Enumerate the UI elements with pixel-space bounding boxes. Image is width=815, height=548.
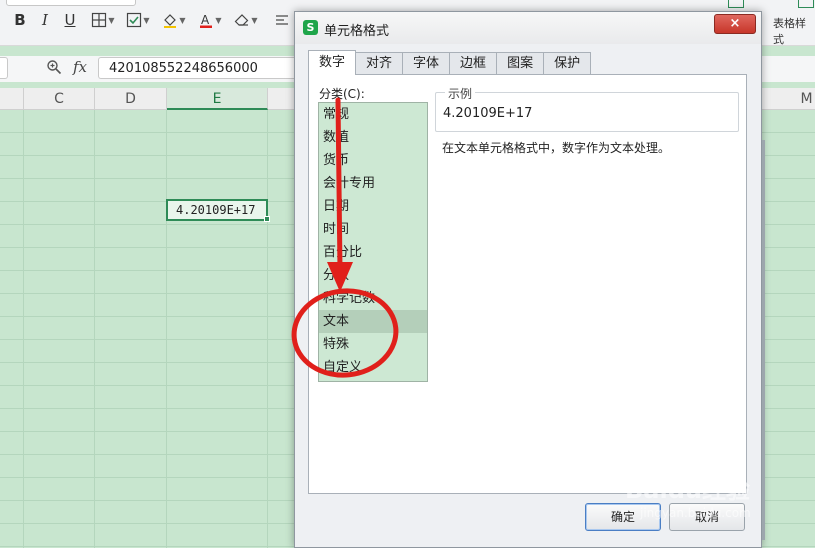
column-header-e[interactable]: E — [167, 88, 268, 110]
column-header-blank[interactable] — [0, 88, 24, 110]
tab-number[interactable]: 数字 — [308, 50, 357, 75]
sample-legend: 示例 — [445, 85, 476, 102]
close-button[interactable]: × — [714, 14, 756, 34]
table-style-icon — [798, 0, 814, 8]
format-cells-dialog: S 单元格格式 × 数字 对齐 字体 边框 图案 保护 分类(C): 常规 数值… — [294, 11, 762, 548]
fill-handle[interactable] — [264, 216, 270, 222]
category-item-date[interactable]: 日期 — [319, 195, 427, 218]
function-icon[interactable]: fx — [73, 58, 87, 76]
svg-text:A: A — [201, 13, 210, 27]
baidu-watermark-url: jingyan.baidu.com — [640, 506, 751, 520]
eraser-icon — [235, 14, 249, 26]
category-item-special[interactable]: 特殊 — [319, 333, 427, 356]
category-item-general[interactable]: 常规 — [319, 103, 427, 126]
wps-logo-icon: S — [303, 20, 318, 35]
bold-button[interactable]: B — [10, 9, 30, 31]
border-button[interactable]: ▼ — [88, 9, 118, 31]
align-button[interactable] — [272, 9, 292, 31]
name-box[interactable] — [0, 57, 8, 79]
dialog-tabs: 数字 对齐 字体 边框 图案 保护 — [308, 50, 592, 75]
align-left-icon — [276, 15, 288, 25]
paint-bucket-icon — [164, 14, 177, 28]
tab-alignment[interactable]: 对齐 — [355, 52, 404, 75]
underline-button[interactable]: U — [60, 9, 80, 31]
font-color-button[interactable]: A ▼ — [194, 9, 226, 31]
category-item-accounting[interactable]: 会计专用 — [319, 172, 427, 195]
chevron-down-icon: ▼ — [108, 15, 115, 25]
tab-protection[interactable]: 保护 — [543, 52, 592, 75]
category-item-scientific[interactable]: 科学记数 — [319, 287, 427, 310]
category-item-currency[interactable]: 货币 — [319, 149, 427, 172]
column-header-m[interactable]: M — [798, 88, 815, 110]
column-header-c[interactable]: C — [24, 88, 95, 110]
category-item-text[interactable]: 文本 — [319, 310, 427, 333]
formula-input[interactable]: 420108552248656000 — [98, 57, 298, 79]
chevron-down-icon: ▼ — [215, 15, 222, 25]
category-item-number[interactable]: 数值 — [319, 126, 427, 149]
font-name-dropdown[interactable] — [6, 0, 136, 6]
category-list[interactable]: 常规 数值 货币 会计专用 日期 时间 百分比 分数 科学记数 文本 特殊 自定… — [318, 102, 428, 382]
dialog-edge-shadow — [762, 140, 765, 540]
border-icon — [92, 12, 107, 28]
sample-value: 4.20109E+17 — [443, 106, 533, 121]
checklist-icon — [127, 12, 142, 28]
chevron-down-icon: ▼ — [143, 15, 150, 25]
tab-pattern[interactable]: 图案 — [496, 52, 545, 75]
cell-style-button[interactable]: ▼ — [122, 9, 154, 31]
search-icon[interactable] — [46, 59, 62, 79]
clear-button[interactable]: ▼ — [230, 9, 262, 31]
category-item-custom[interactable]: 自定义 — [319, 356, 427, 379]
category-item-time[interactable]: 时间 — [319, 218, 427, 241]
sample-group: 示例 4.20109E+17 — [435, 85, 739, 132]
column-header-d[interactable]: D — [95, 88, 167, 110]
active-cell[interactable]: 4.20109E+17 — [166, 199, 268, 221]
tab-font[interactable]: 字体 — [402, 52, 451, 75]
table-style-label[interactable]: 表格样式 — [773, 15, 815, 47]
fill-color-button[interactable]: ▼ — [158, 9, 190, 31]
chevron-down-icon: ▼ — [251, 15, 258, 25]
category-item-percentage[interactable]: 百分比 — [319, 241, 427, 264]
number-tab-panel: 分类(C): 常规 数值 货币 会计专用 日期 时间 百分比 分数 科学记数 文… — [308, 74, 747, 494]
dialog-titlebar[interactable]: S 单元格格式 × — [295, 12, 761, 44]
baidu-watermark: Baidu经验 — [625, 476, 750, 504]
format-description: 在文本单元格格式中，数字作为文本处理。 — [442, 141, 671, 155]
font-color-icon: A — [200, 13, 213, 28]
table-style-icon — [728, 0, 744, 8]
tab-border[interactable]: 边框 — [449, 52, 498, 75]
dialog-title: 单元格格式 — [324, 24, 390, 39]
category-label: 分类(C): — [319, 87, 365, 101]
category-item-fraction[interactable]: 分数 — [319, 264, 427, 287]
chevron-down-icon: ▼ — [179, 15, 186, 25]
italic-button[interactable]: I — [35, 9, 55, 31]
